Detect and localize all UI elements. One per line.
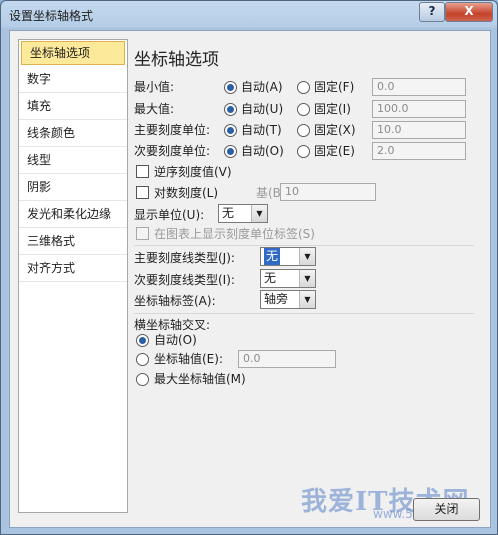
major-tick-value: 无 [264,248,281,265]
major-tick-label: 主要刻度线类型(J): [134,251,235,265]
max-auto-radio[interactable] [224,103,237,116]
max-value-label: 最大值: [134,102,175,116]
max-fixed-label: 固定(I) [314,102,351,116]
minor-unit-row: 次要刻度单位: 自动(O) 固定(E) 2.0 [134,141,474,161]
chevron-down-icon: ▼ [299,270,315,287]
help-button[interactable]: ? [419,2,445,22]
major-unit-label: 主要刻度单位: [134,123,211,137]
sidebar-item-shadow[interactable]: 阴影 [19,174,127,201]
reverse-order-label: 逆序刻度值(V) [154,165,232,179]
dialog-title: 设置坐标轴格式 [9,9,94,23]
axis-labels-value: 轴旁 [264,292,289,306]
sidebar-item-alignment[interactable]: 对齐方式 [19,255,127,282]
cross-value-label: 坐标轴值(E): [154,352,223,366]
major-tick-select[interactable]: 无 ▼ [260,247,316,266]
dialog-window: 设置坐标轴格式 ? X 坐标轴选项 数字 填充 线条颜色 线型 阴影 发光和柔化… [0,0,498,535]
cross-auto-label: 自动(O) [154,333,197,347]
major-fixed-label: 固定(X) [314,123,356,137]
cross-auto-radio[interactable] [136,334,149,347]
max-fixed-radio[interactable] [297,103,310,116]
min-auto-radio[interactable] [224,81,237,94]
minor-unit-field[interactable]: 2.0 [372,142,466,160]
minor-tick-label: 次要刻度线类型(I): [134,273,235,287]
cross-value-field[interactable]: 0.0 [238,350,336,368]
min-value-row: 最小值: 自动(A) 固定(F) 0.0 [134,77,474,97]
show-units-checkbox[interactable] [136,227,149,240]
log-scale-checkbox[interactable] [136,186,149,199]
category-list: 坐标轴选项 数字 填充 线条颜色 线型 阴影 发光和柔化边缘 三维格式 对齐方式 [18,39,128,513]
reverse-order-checkbox[interactable] [136,165,149,178]
sidebar-item-axis-options[interactable]: 坐标轴选项 [21,41,125,65]
chevron-down-icon: ▼ [251,205,267,222]
display-units-value: 无 [222,206,235,220]
cross-max-radio[interactable] [136,373,149,386]
min-value-field[interactable]: 0.0 [372,78,466,96]
dialog-body: 坐标轴选项 数字 填充 线条颜色 线型 阴影 发光和柔化边缘 三维格式 对齐方式… [9,30,491,528]
major-auto-label: 自动(T) [241,123,282,137]
minor-fixed-radio[interactable] [297,145,310,158]
minor-tick-value: 无 [264,271,277,285]
minor-fixed-label: 固定(E) [314,144,355,158]
divider [134,245,474,246]
minor-unit-label: 次要刻度单位: [134,144,211,158]
log-base-field[interactable]: 10 [280,183,376,201]
close-button[interactable]: 关闭 [413,498,480,521]
chevron-down-icon: ▼ [299,248,315,265]
display-units-label: 显示单位(U): [134,208,205,222]
sidebar-item-3d-format[interactable]: 三维格式 [19,228,127,255]
min-fixed-radio[interactable] [297,81,310,94]
sidebar-item-fill[interactable]: 填充 [19,93,127,120]
axis-labels-select[interactable]: 轴旁 ▼ [260,290,316,309]
chevron-down-icon: ▼ [299,291,315,308]
max-auto-label: 自动(U) [241,102,284,116]
log-scale-label: 对数刻度(L) [154,186,219,200]
axis-labels-label: 坐标轴标签(A): [134,294,216,308]
sidebar-item-glow[interactable]: 发光和柔化边缘 [19,201,127,228]
min-fixed-label: 固定(F) [314,80,355,94]
sidebar-item-number[interactable]: 数字 [19,66,127,93]
sidebar-item-line-style[interactable]: 线型 [19,147,127,174]
sidebar-item-line-color[interactable]: 线条颜色 [19,120,127,147]
min-auto-label: 自动(A) [241,80,283,94]
title-bar: 设置坐标轴格式 ? X [1,1,497,29]
major-fixed-radio[interactable] [297,124,310,137]
window-close-button[interactable]: X [445,2,493,22]
minor-auto-label: 自动(O) [241,144,284,158]
panel-title: 坐标轴选项 [134,50,219,70]
major-auto-radio[interactable] [224,124,237,137]
minor-auto-radio[interactable] [224,145,237,158]
cross-max-label: 最大坐标轴值(M) [154,372,246,386]
show-units-label: 在图表上显示刻度单位标签(S) [154,227,315,241]
max-value-row: 最大值: 自动(U) 固定(I) 100.0 [134,99,474,119]
major-unit-field[interactable]: 10.0 [372,121,466,139]
options-panel: 坐标轴选项 最小值: 自动(A) 固定(F) 0.0 最大值: 自动(U) 固定… [128,39,482,511]
display-units-select[interactable]: 无 ▼ [218,204,268,223]
major-unit-row: 主要刻度单位: 自动(T) 固定(X) 10.0 [134,120,474,140]
max-value-field[interactable]: 100.0 [372,100,466,118]
minor-tick-select[interactable]: 无 ▼ [260,269,316,288]
cross-value-radio[interactable] [136,353,149,366]
divider [134,313,474,314]
min-value-label: 最小值: [134,80,175,94]
